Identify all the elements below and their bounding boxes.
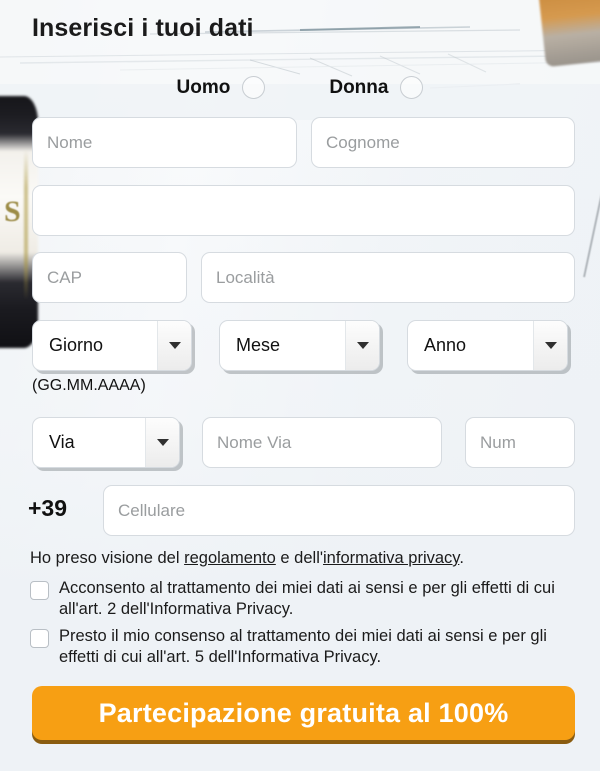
checkbox-art2-label: Acconsento al trattamento dei miei dati … [59,579,555,619]
gender-label-uomo: Uomo [176,76,231,98]
gender-option-donna[interactable]: Donna [329,76,424,99]
chevron-down-icon[interactable] [157,321,191,370]
consent-checkbox-row-1[interactable]: Acconsento al trattamento dei miei dati … [30,578,582,620]
nome-input[interactable]: Nome [32,117,297,168]
email-input[interactable] [32,185,575,236]
submit-button[interactable]: Partecipazione gratuita al 100% [32,686,575,740]
chevron-down-icon[interactable] [145,418,179,467]
via-select[interactable]: Via [32,417,180,468]
gender-radio-group: Uomo Donna [0,76,600,99]
via-select-value: Via [49,432,75,452]
gender-option-uomo[interactable]: Uomo [177,76,266,99]
cap-input[interactable]: CAP [32,252,187,303]
consent-intro-middle: e dell' [275,549,324,567]
consent-intro-line: Ho preso visione del regolamento e dell'… [30,549,575,568]
consent-intro-prefix: Ho preso visione del [30,549,185,567]
consent-intro-suffix: . [459,549,464,567]
nome-via-input[interactable]: Nome Via [202,417,442,468]
gender-label-donna: Donna [329,76,389,98]
anno-select-value: Anno [424,335,467,355]
checkbox-art5-label: Presto il mio consenso al trattamento de… [59,627,547,667]
anno-select[interactable]: Anno [407,320,568,371]
cellulare-input[interactable]: Cellulare [103,485,575,536]
mese-select-value: Mese [236,335,281,355]
consent-checkbox-row-2[interactable]: Presto il mio consenso al trattamento de… [30,626,582,668]
mese-select[interactable]: Mese [219,320,380,371]
chevron-down-icon[interactable] [345,321,379,370]
phone-prefix-label: +39 [28,495,68,521]
page-title: Inserisci i tuoi dati [32,14,254,42]
giorno-select[interactable]: Giorno [32,320,192,371]
chevron-down-icon[interactable] [533,321,567,370]
cognome-input[interactable]: Cognome [311,117,575,168]
num-input[interactable]: Num [465,417,575,468]
checkbox-art5-icon[interactable] [30,629,49,648]
informativa-privacy-link[interactable]: informativa privacy [323,549,459,567]
registration-form: Inserisci i tuoi dati Uomo Donna Nome Co… [0,0,600,771]
date-format-hint: (GG.MM.AAAA) [32,377,146,394]
radio-uomo-icon[interactable] [242,76,266,99]
regolamento-link[interactable]: regolamento [184,549,276,567]
radio-donna-icon[interactable] [400,76,424,99]
checkbox-art2-icon[interactable] [30,581,49,600]
giorno-select-value: Giorno [49,335,104,355]
localita-input[interactable]: Località [201,252,575,303]
